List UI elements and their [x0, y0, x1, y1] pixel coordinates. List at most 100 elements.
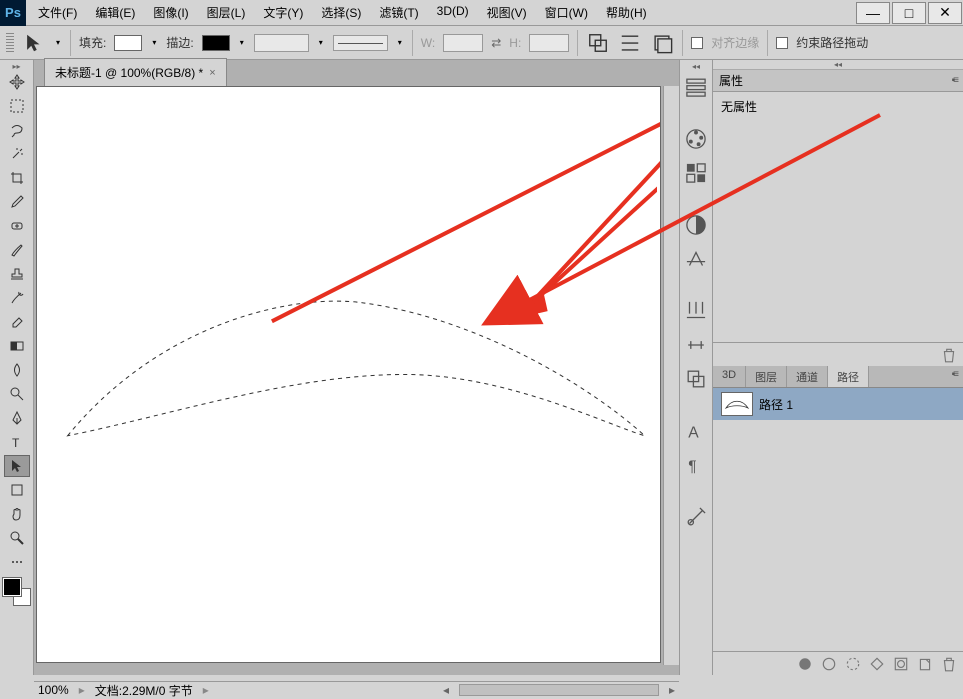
- options-bar: ▾ 填充: ▾ 描边: ▾ ▾ ▾ W: ⇄ H: 对齐边缘 约束路径拖动: [0, 26, 963, 60]
- path-arrange-icon[interactable]: [650, 32, 674, 54]
- path-thumbnail: [721, 392, 753, 416]
- panels-grip[interactable]: ◂◂: [713, 60, 963, 70]
- close-tab-icon[interactable]: ×: [209, 67, 215, 79]
- zoom-level[interactable]: 100%: [38, 683, 69, 697]
- minimize-button[interactable]: —: [856, 2, 890, 24]
- document-tab[interactable]: 未标题-1 @ 100%(RGB/8) * ×: [44, 58, 227, 86]
- scroll-left-icon[interactable]: ◂: [443, 683, 449, 697]
- gradient-tool[interactable]: [4, 335, 30, 357]
- link-icon[interactable]: ⇄: [491, 36, 501, 50]
- fill-label: 填充:: [79, 34, 106, 51]
- new-path-icon[interactable]: [917, 656, 933, 672]
- tab-channels[interactable]: 通道: [787, 366, 828, 387]
- path-select-tool-icon[interactable]: [22, 32, 46, 54]
- history-panel-icon[interactable]: [683, 74, 709, 100]
- stroke-style-dropdown[interactable]: ▾: [396, 38, 404, 47]
- menu-window[interactable]: 窗口(W): [537, 0, 596, 25]
- close-button[interactable]: ✕: [928, 2, 962, 24]
- fill-dropdown[interactable]: ▾: [150, 38, 158, 47]
- shape-tool[interactable]: [4, 479, 30, 501]
- menu-image[interactable]: 图像(I): [145, 0, 196, 25]
- panel-menu-icon[interactable]: ▪≡: [952, 75, 957, 86]
- path-selection-tool[interactable]: [4, 455, 30, 477]
- menu-filter[interactable]: 滤镜(T): [371, 0, 426, 25]
- document-tab-title: 未标题-1 @ 100%(RGB/8) *: [55, 64, 203, 81]
- marquee-tool[interactable]: [4, 95, 30, 117]
- menu-text[interactable]: 文字(Y): [255, 0, 311, 25]
- history-brush-tool[interactable]: [4, 287, 30, 309]
- path-item[interactable]: 路径 1: [713, 388, 963, 420]
- hand-tool[interactable]: [4, 503, 30, 525]
- dodge-tool[interactable]: [4, 383, 30, 405]
- stroke-width-input[interactable]: [254, 34, 309, 52]
- edit-toolbar[interactable]: [4, 551, 30, 573]
- brush-settings-panel-icon[interactable]: [683, 332, 709, 358]
- constrain-path-checkbox[interactable]: [776, 37, 788, 49]
- foreground-color[interactable]: [3, 578, 21, 596]
- menu-file[interactable]: 文件(F): [30, 0, 85, 25]
- tool-preset-panel-icon[interactable]: [683, 504, 709, 530]
- maximize-button[interactable]: □: [892, 2, 926, 24]
- move-tool[interactable]: [4, 71, 30, 93]
- titlebar: Ps 文件(F) 编辑(E) 图像(I) 图层(L) 文字(Y) 选择(S) 滤…: [0, 0, 963, 26]
- clone-source-panel-icon[interactable]: [683, 366, 709, 392]
- properties-panel-header[interactable]: 属性 ▪≡: [713, 70, 963, 92]
- align-edges-checkbox[interactable]: [691, 37, 703, 49]
- stamp-tool[interactable]: [4, 263, 30, 285]
- tab-paths[interactable]: 路径: [828, 366, 869, 387]
- path-ops-icon[interactable]: [586, 32, 610, 54]
- menubar: 文件(F) 编辑(E) 图像(I) 图层(L) 文字(Y) 选择(S) 滤镜(T…: [26, 0, 855, 25]
- heal-tool[interactable]: [4, 215, 30, 237]
- blur-tool[interactable]: [4, 359, 30, 381]
- menu-edit[interactable]: 编辑(E): [87, 0, 143, 25]
- stroke-swatch[interactable]: [202, 35, 230, 51]
- path-to-selection-icon[interactable]: [845, 656, 861, 672]
- scroll-right-icon[interactable]: ▸: [669, 683, 675, 697]
- color-panel-icon[interactable]: [683, 126, 709, 152]
- stroke-path-icon[interactable]: [821, 656, 837, 672]
- dock-grip[interactable]: ◂◂: [683, 62, 709, 70]
- options-grip[interactable]: [6, 33, 14, 53]
- trash-icon[interactable]: [941, 347, 957, 363]
- zoom-tool[interactable]: [4, 527, 30, 549]
- menu-view[interactable]: 视图(V): [479, 0, 535, 25]
- type-tool[interactable]: T: [4, 431, 30, 453]
- tab-3d[interactable]: 3D: [713, 366, 746, 387]
- menu-3d[interactable]: 3D(D): [429, 0, 477, 25]
- paragraph-panel-icon[interactable]: ¶: [683, 452, 709, 478]
- paths-panel-body: 路径 1: [713, 388, 963, 651]
- character-panel-icon[interactable]: A: [683, 418, 709, 444]
- selection-to-path-icon[interactable]: [869, 656, 885, 672]
- styles-panel-icon[interactable]: [683, 246, 709, 272]
- stroke-dropdown[interactable]: ▾: [238, 38, 246, 47]
- eyedropper-tool[interactable]: [4, 191, 30, 213]
- fill-swatch[interactable]: [114, 35, 142, 51]
- eraser-tool[interactable]: [4, 311, 30, 333]
- fill-path-icon[interactable]: [797, 656, 813, 672]
- swatches-panel-icon[interactable]: [683, 160, 709, 186]
- path-align-icon[interactable]: [618, 32, 642, 54]
- height-input: [529, 34, 569, 52]
- separator: [682, 30, 683, 56]
- stroke-width-dropdown[interactable]: ▾: [317, 38, 325, 47]
- color-swatches[interactable]: [3, 578, 31, 606]
- menu-help[interactable]: 帮助(H): [598, 0, 655, 25]
- crop-tool[interactable]: [4, 167, 30, 189]
- trash-icon[interactable]: [941, 656, 957, 672]
- width-label: W:: [421, 36, 435, 50]
- lasso-tool[interactable]: [4, 119, 30, 141]
- canvas[interactable]: [36, 86, 661, 663]
- tools-grip[interactable]: ▸▸: [4, 62, 30, 70]
- brushes-panel-icon[interactable]: [683, 298, 709, 324]
- add-mask-icon[interactable]: [893, 656, 909, 672]
- brush-tool[interactable]: [4, 239, 30, 261]
- panel-menu-icon[interactable]: ▪≡: [946, 366, 963, 387]
- tab-layers[interactable]: 图层: [746, 366, 787, 387]
- pen-tool[interactable]: [4, 407, 30, 429]
- menu-layer[interactable]: 图层(L): [199, 0, 254, 25]
- menu-select[interactable]: 选择(S): [313, 0, 369, 25]
- tool-preset-dropdown[interactable]: ▾: [54, 38, 62, 47]
- wand-tool[interactable]: [4, 143, 30, 165]
- vertical-scrollbar[interactable]: [663, 86, 679, 665]
- adjustments-panel-icon[interactable]: [683, 212, 709, 238]
